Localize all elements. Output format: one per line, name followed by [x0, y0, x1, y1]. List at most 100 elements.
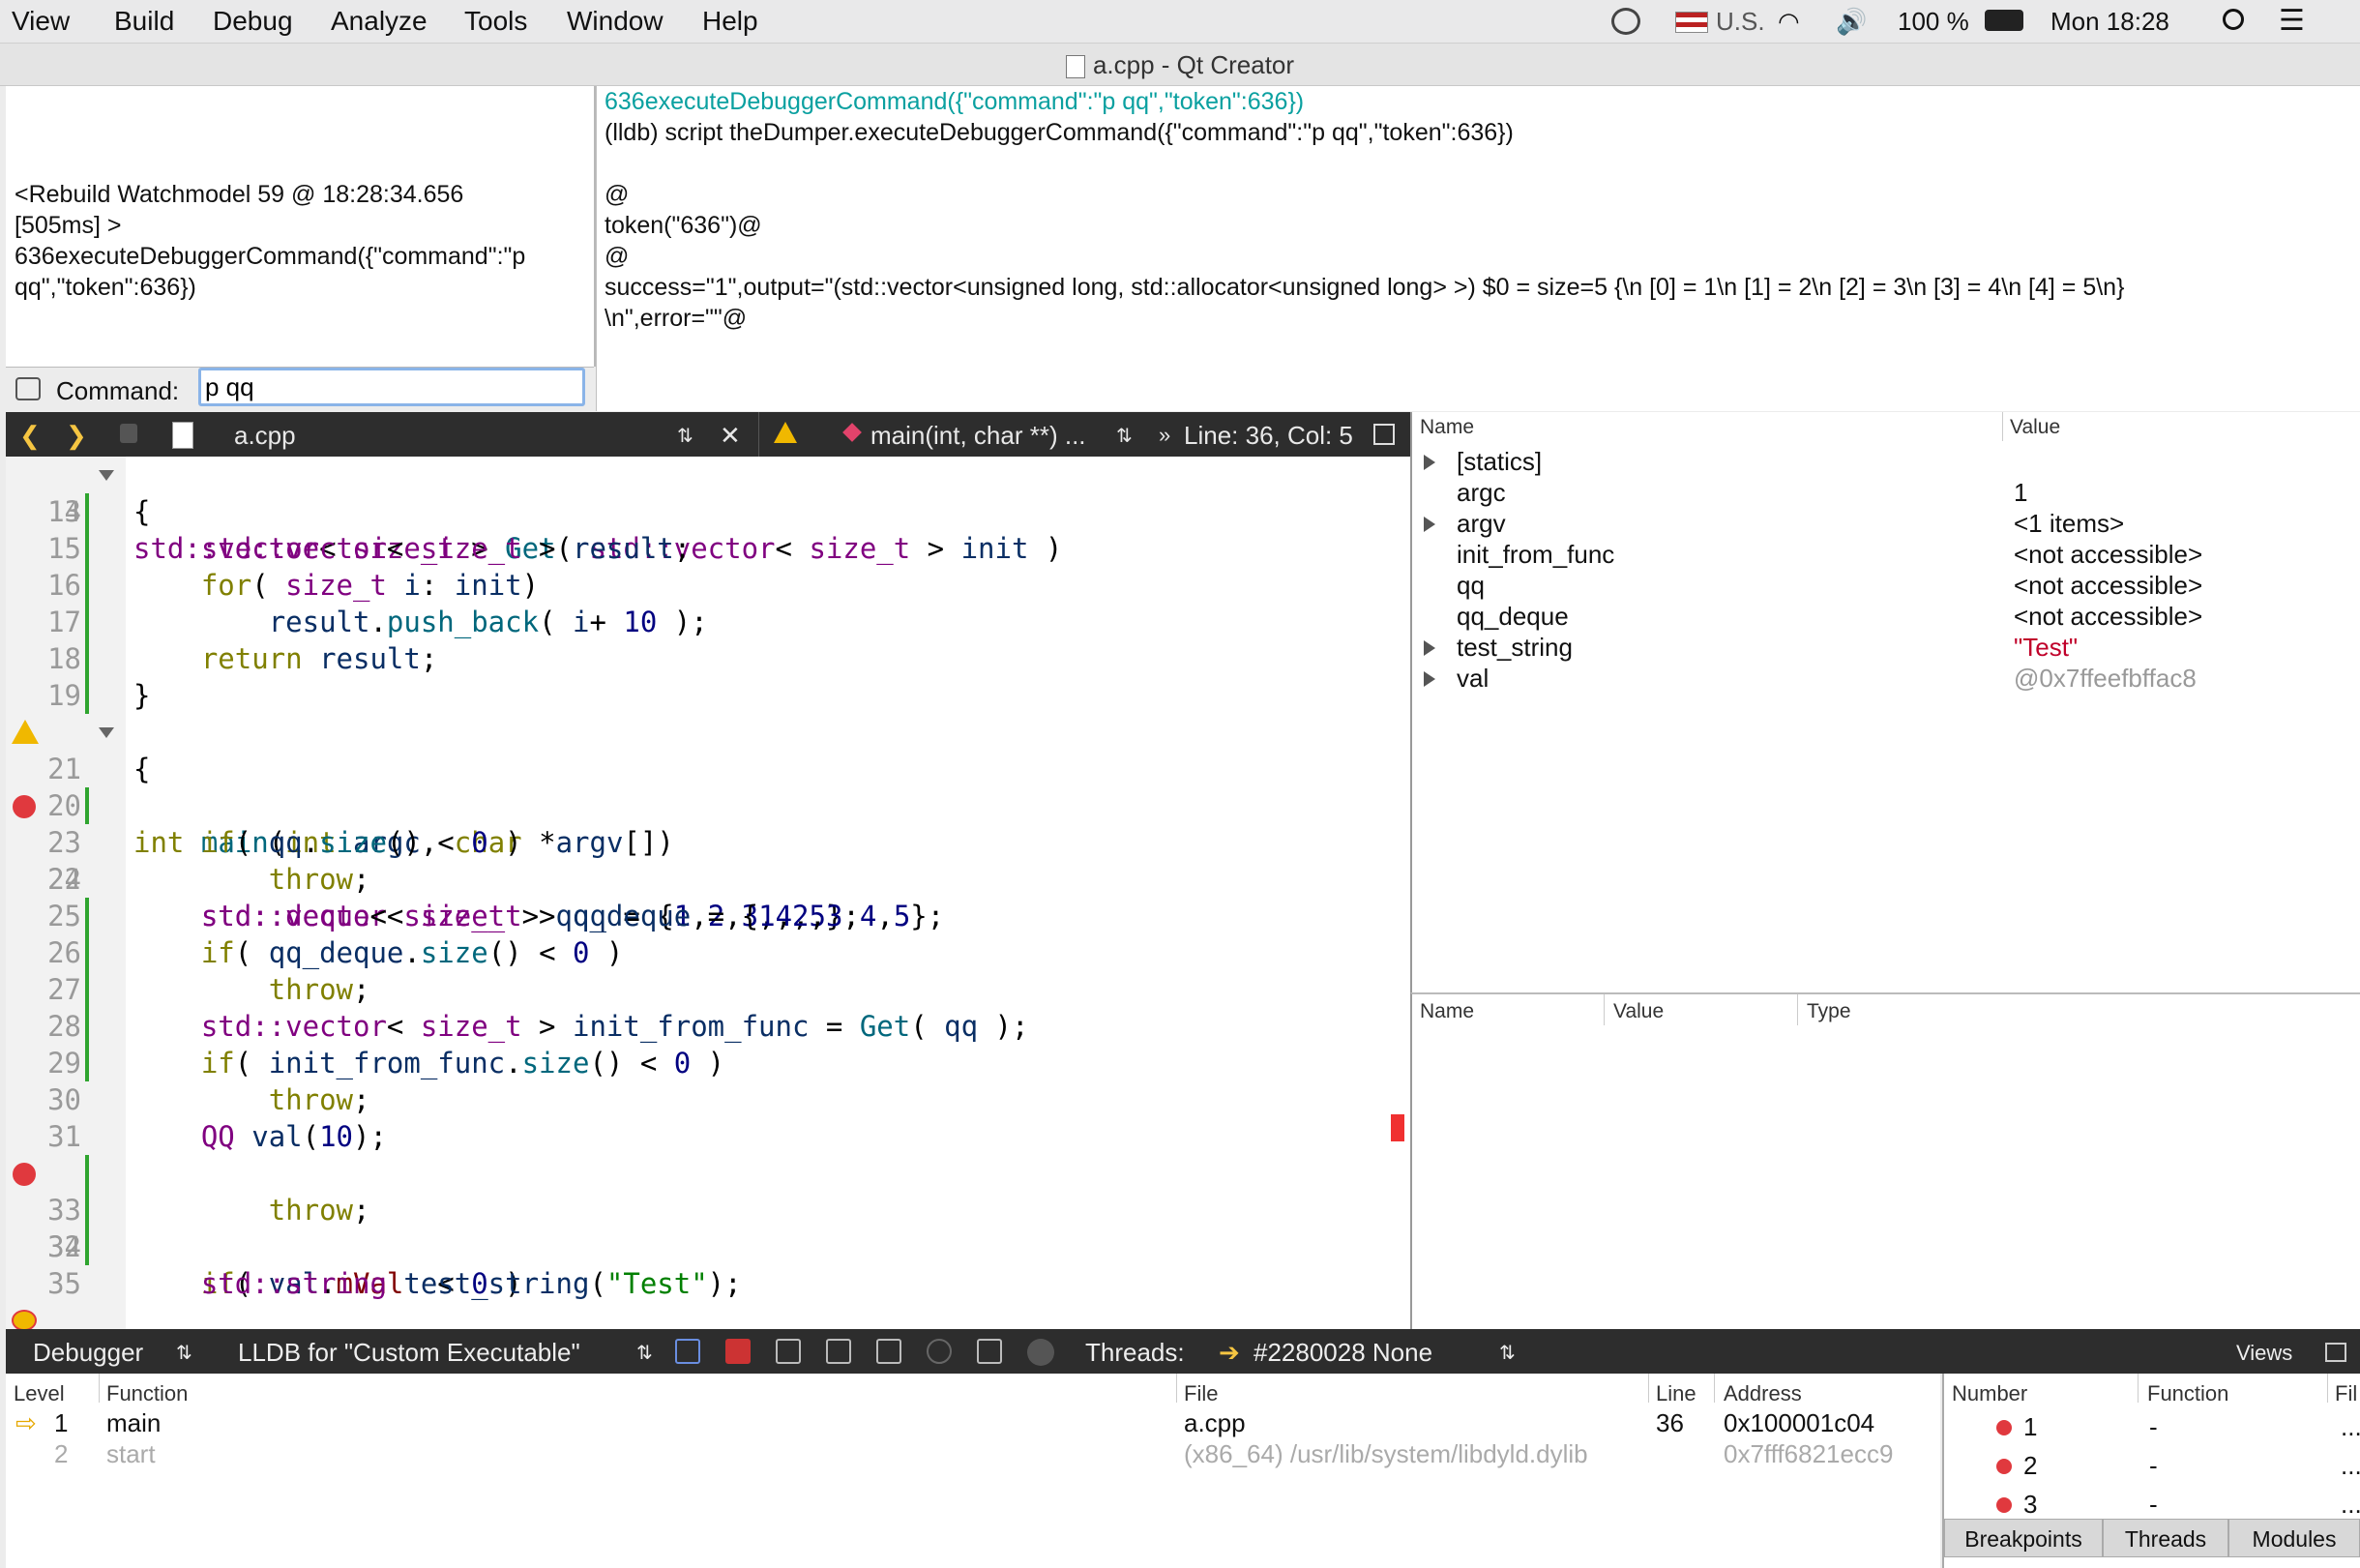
command-input[interactable] — [198, 368, 585, 406]
stack-header-address[interactable]: Address — [1724, 1381, 1802, 1406]
locals-header-name[interactable]: Name — [1420, 416, 1474, 439]
code-line[interactable]: 19} — [6, 677, 1410, 714]
code-line[interactable]: 22 std::vector< size_t > qq = {1,2,3,4,5… — [6, 787, 1410, 932]
breakpoint-row[interactable]: 3 - ... — [1944, 1488, 2360, 1519]
thread-combo[interactable]: #2280028 None — [1254, 1338, 1432, 1368]
code-line[interactable]: 30 throw; — [6, 1081, 1410, 1118]
cursor-position[interactable]: Line: 36, Col: 5 — [1184, 421, 1353, 451]
watch-header-value[interactable]: Value — [1613, 1000, 1664, 1023]
tab-modules[interactable]: Modules — [2228, 1519, 2360, 1557]
time-machine-icon[interactable] — [1611, 8, 1640, 35]
stop-debugger-icon[interactable] — [725, 1339, 751, 1364]
tab-breakpoints[interactable]: Breakpoints — [1944, 1519, 2103, 1557]
stack-header-level[interactable]: Level — [14, 1381, 65, 1406]
code-line[interactable]: 13 std::vector< size_t > Get( std::vecto… — [6, 457, 1410, 565]
record-icon[interactable] — [1027, 1339, 1054, 1366]
stack-header-function[interactable]: Function — [106, 1381, 188, 1406]
locals-row[interactable]: [statics] — [1412, 447, 2360, 478]
stack-header-file[interactable]: File — [1184, 1381, 1218, 1406]
restart-icon[interactable] — [927, 1339, 952, 1364]
expand-arrow-icon[interactable] — [1424, 671, 1435, 687]
function-combo[interactable]: main(int, char **) ... — [870, 421, 1086, 451]
menu-help[interactable]: Help — [702, 6, 758, 37]
stack-header-line[interactable]: Line — [1656, 1381, 1696, 1406]
stack-frame-row[interactable]: 2 start (x86_64) /usr/lib/system/libdyld… — [6, 1439, 1940, 1470]
warning-icon[interactable] — [774, 422, 797, 443]
menu-view[interactable]: View — [12, 6, 70, 37]
code-line[interactable]: 27 throw; — [6, 971, 1410, 1008]
menu-clock[interactable]: Mon 18:28 — [2050, 7, 2169, 37]
bp-header-function[interactable]: Function — [2147, 1381, 2228, 1406]
code-line[interactable]: 32 if( val.mVal < 0 ) — [6, 1155, 1410, 1300]
code-line[interactable]: 34 — [6, 1228, 1410, 1265]
watch-header-name[interactable]: Name — [1420, 1000, 1474, 1023]
lock-icon[interactable] — [120, 424, 137, 443]
code-line[interactable]: 16 for( size_t i: init) — [6, 567, 1410, 604]
expressions-view[interactable]: Name Value Type — [1410, 992, 2360, 1331]
code-line[interactable]: 25 std::deque< size_t > qq_deque = {1,2,… — [6, 898, 1410, 934]
continue-icon[interactable] — [675, 1339, 700, 1364]
warning-marker-icon[interactable] — [12, 720, 39, 744]
code-line[interactable]: 24 throw; — [6, 861, 1410, 898]
engine-combo[interactable]: LLDB for "Custom Executable" — [238, 1338, 580, 1368]
locals-row[interactable]: qq <not accessible> — [1412, 571, 2360, 602]
locals-row[interactable]: init_from_func <not accessible> — [1412, 540, 2360, 571]
locals-view[interactable]: Name Value [statics] argc 1 argv <1 item… — [1410, 412, 2360, 992]
code-line[interactable]: 28 std::vector< size_t > init_from_func … — [6, 1008, 1410, 1045]
fold-arrow-icon[interactable] — [99, 470, 114, 481]
menu-analyze[interactable]: Analyze — [331, 6, 428, 37]
locals-row[interactable]: argc 1 — [1412, 478, 2360, 509]
code-line[interactable]: 17 result.push_back( i+ 10 ); — [6, 604, 1410, 640]
code-line[interactable]: 26 if( qq_deque.size() < 0 ) — [6, 934, 1410, 971]
combo-arrows-icon[interactable]: ⇅ — [636, 1341, 653, 1365]
file-combo-arrows-icon[interactable]: ⇅ — [677, 424, 693, 448]
step-over-icon[interactable] — [776, 1339, 801, 1364]
views-menu-icon[interactable] — [2325, 1343, 2346, 1362]
spotlight-search-icon[interactable] — [2223, 9, 2244, 30]
open-file-combo[interactable]: a.cpp — [234, 421, 296, 451]
toggle-instruction-mode-icon[interactable] — [977, 1339, 1002, 1364]
code-line[interactable]: 31 QQ val(10); — [6, 1118, 1410, 1155]
code-line[interactable]: 14{ — [6, 493, 1410, 530]
code-line[interactable]: 21{ — [6, 751, 1410, 787]
locals-row[interactable]: qq_deque <not accessible> — [1412, 602, 2360, 633]
input-source-label[interactable]: U.S. — [1716, 7, 1765, 37]
combo-arrows-icon[interactable]: ⇅ — [176, 1341, 192, 1365]
debugger-log-output-pane[interactable]: 636executeDebuggerCommand({"command":"p … — [596, 86, 2360, 411]
step-into-icon[interactable] — [826, 1339, 851, 1364]
menu-debug[interactable]: Debug — [213, 6, 293, 37]
locals-row[interactable]: test_string "Test" — [1412, 633, 2360, 664]
locals-header-value[interactable]: Value — [2010, 416, 2060, 439]
us-flag-icon[interactable] — [1675, 12, 1708, 33]
notification-center-icon[interactable]: ☰ — [2279, 4, 2305, 38]
battery-icon[interactable] — [1985, 10, 2023, 31]
menu-tools[interactable]: Tools — [464, 6, 527, 37]
bp-header-number[interactable]: Number — [1952, 1381, 2027, 1406]
stack-view[interactable]: Level Function File Line Address ⇨ 1 mai… — [6, 1374, 1940, 1568]
watch-header-type[interactable]: Type — [1807, 1000, 1851, 1023]
breakpoint-icon[interactable] — [13, 795, 36, 818]
expand-arrow-icon[interactable] — [1424, 455, 1435, 470]
locals-row[interactable]: val @0x7ffeefbffac8 — [1412, 664, 2360, 695]
debugger-mode-combo[interactable]: Debugger — [33, 1338, 143, 1368]
locals-row[interactable]: argv <1 items> — [1412, 509, 2360, 540]
expand-arrow-icon[interactable] — [1424, 517, 1435, 532]
menu-window[interactable]: Window — [567, 6, 664, 37]
wifi-icon[interactable]: ◠ — [1778, 7, 1800, 37]
code-line[interactable]: 29 if( init_from_func.size() < 0 ) — [6, 1045, 1410, 1081]
forward-arrow-icon[interactable]: ❯ — [66, 421, 87, 451]
bp-header-file[interactable]: Fil — [2335, 1381, 2357, 1406]
breakpoint-row[interactable]: 1 - ... — [1944, 1410, 2360, 1447]
tab-threads[interactable]: Threads — [2103, 1519, 2228, 1557]
breakpoint-row[interactable]: 2 - ... — [1944, 1449, 2360, 1486]
code-line[interactable]: 35 std::string test_string("Test"); — [6, 1265, 1410, 1302]
expand-arrow-icon[interactable] — [1424, 640, 1435, 656]
code-editor[interactable]: 13 std::vector< size_t > Get( std::vecto… — [6, 457, 1410, 1329]
code-line[interactable]: 33 throw; — [6, 1192, 1410, 1228]
code-line[interactable]: 18 return result; — [6, 640, 1410, 677]
volume-icon[interactable]: 🔊 — [1836, 7, 1867, 37]
split-editor-icon[interactable] — [1373, 424, 1395, 445]
back-arrow-icon[interactable]: ❮ — [19, 421, 41, 451]
step-out-icon[interactable] — [876, 1339, 901, 1364]
overflow-chevron-icon[interactable]: » — [1159, 423, 1170, 448]
